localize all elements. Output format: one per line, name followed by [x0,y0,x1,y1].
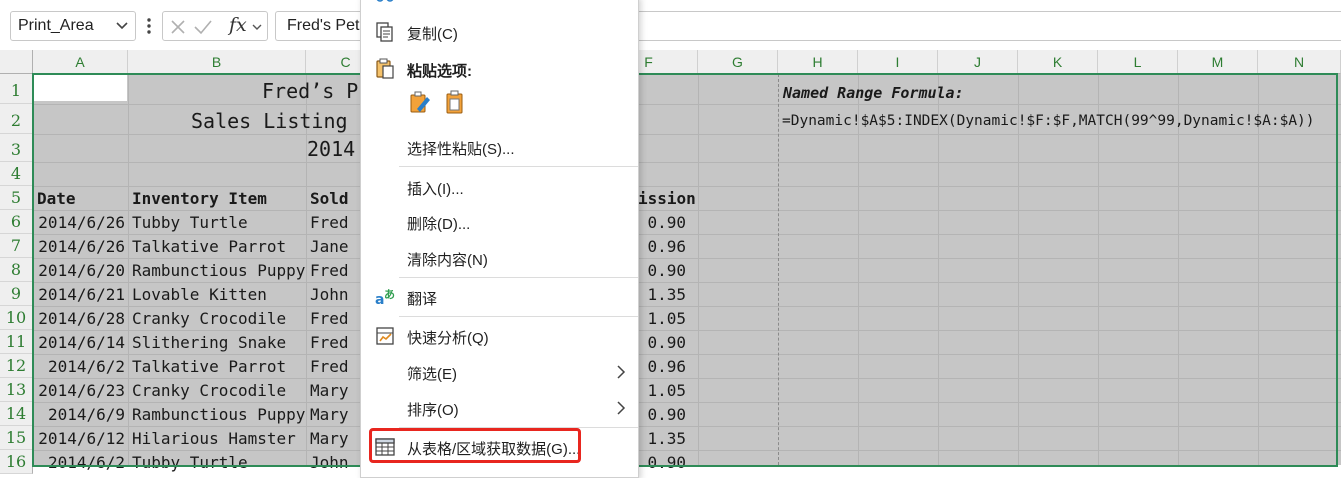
chevron-right-icon [617,401,626,415]
row-header-14[interactable]: 14 [0,402,33,426]
menu-item-label: 粘贴选项: [407,63,472,80]
highlight-box [369,428,581,463]
column-header-a[interactable]: A [33,50,128,74]
row-header-16[interactable]: 16 [0,450,33,474]
menu-item-insert[interactable]: 插入(I)... [361,172,638,202]
svg-text:あ: あ [384,288,395,301]
formula-text: Fred's Pet [287,17,360,34]
row-header-4[interactable]: 4 [0,162,33,186]
quick-analysis-icon [376,327,394,345]
row-header-6[interactable]: 6 [0,210,33,234]
menu-item-quick-analysis[interactable]: 快速分析(Q) [361,321,638,351]
menu-item-label: 清除内容(N) [407,252,488,269]
row-header-11[interactable]: 11 [0,330,33,354]
menu-item-label: 筛选(E) [407,366,457,383]
row-header-9[interactable]: 9 [0,282,33,306]
menu-item-filter[interactable]: 筛选(E) [361,357,638,387]
chevron-right-icon [617,365,626,379]
copy-icon [376,22,393,42]
formula-buttons: fx [162,11,268,41]
formula-bar: Print_Area fx Fred's Pet [0,0,1341,51]
paste-values-icon [446,90,463,114]
menu-item-copy[interactable]: 复制(C) [361,17,638,47]
select-all-corner[interactable] [0,50,33,74]
print-area-selection [32,73,1338,467]
menu-separator [399,316,638,317]
cancel-icon[interactable] [169,18,187,36]
column-header-j[interactable]: J [938,50,1018,74]
row-header-13[interactable]: 13 [0,378,33,402]
menu-item-translate[interactable]: aあ 翻译 [361,282,638,312]
translate-icon: aあ [375,288,395,308]
context-menu: 复制(C) 粘贴选项: 选择性粘贴(S)... 插入(I)... 删除(D)..… [360,0,639,478]
chevron-down-icon[interactable] [251,21,263,33]
paste-option-buttons[interactable] [407,89,477,117]
name-box-value: Print_Area [18,17,94,34]
menu-item-paste-special[interactable]: 选择性粘贴(S)... [361,132,638,162]
column-header-h[interactable]: H [778,50,858,74]
row-header-12[interactable]: 12 [0,354,33,378]
row-header-2[interactable]: 2 [0,104,33,134]
menu-item-label: 复制(C) [407,26,458,43]
insert-function-button[interactable]: fx [229,14,247,36]
row-header-3[interactable]: 3 [0,134,33,162]
menu-item-sort[interactable]: 排序(O) [361,393,638,423]
menu-item-clear-contents[interactable]: 清除内容(N) [361,243,638,273]
menu-item-label: 排序(O) [407,402,459,419]
menu-item-label: 删除(D)... [407,216,471,233]
menu-separator [399,166,638,167]
row-header-15[interactable]: 15 [0,426,33,450]
row-header-10[interactable]: 10 [0,306,33,330]
row-header-8[interactable]: 8 [0,258,33,282]
menu-item-label: 翻译 [407,291,438,308]
more-options-icon[interactable] [141,14,157,38]
enter-check-icon[interactable] [193,18,213,36]
row-header-1[interactable]: 1 [0,74,33,104]
menu-item-paste-options: 粘贴选项: [361,54,638,84]
menu-item-label: 选择性粘贴(S)... [407,141,515,158]
menu-item-label: 插入(I)... [407,181,464,198]
paste-formatting-icon [410,91,430,113]
column-header-m[interactable]: M [1178,50,1258,74]
column-header-n[interactable]: N [1258,50,1341,74]
cut-icon [376,0,394,2]
column-header-l[interactable]: L [1098,50,1178,74]
row-header-5[interactable]: 5 [0,186,33,210]
column-header-i[interactable]: I [858,50,938,74]
row-header-7[interactable]: 7 [0,234,33,258]
column-header-b[interactable]: B [128,50,306,74]
column-header-g[interactable]: G [698,50,778,74]
menu-separator [399,277,638,278]
menu-item-delete[interactable]: 删除(D)... [361,207,638,237]
chevron-down-icon [116,22,128,30]
name-box[interactable]: Print_Area [10,11,136,41]
menu-item-label: 快速分析(Q) [407,330,489,347]
paste-icon [376,58,394,79]
column-header-k[interactable]: K [1018,50,1098,74]
